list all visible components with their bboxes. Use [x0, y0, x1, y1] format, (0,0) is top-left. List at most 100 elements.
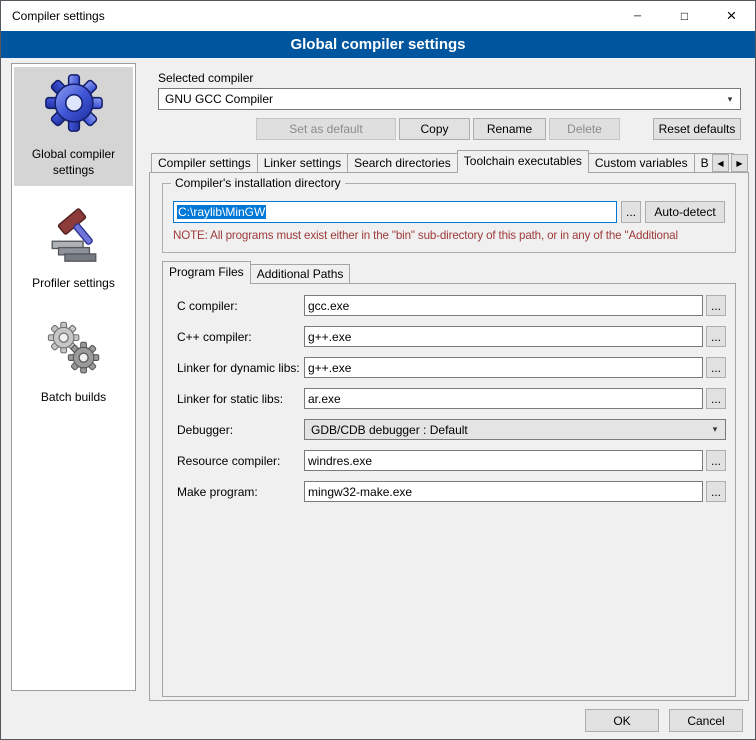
- sidebar-item-label: Global compiler settings: [16, 147, 131, 178]
- resource-compiler-row: Resource compiler: windres.exe ...: [177, 450, 726, 471]
- linker-static-browse-button[interactable]: ...: [706, 388, 726, 409]
- minimize-icon: ─: [634, 11, 641, 22]
- cpp-compiler-row: C++ compiler: g++.exe ...: [177, 326, 726, 347]
- sidebar-item-global-compiler-settings[interactable]: Global compiler settings: [14, 67, 133, 186]
- debugger-control: GDB/CDB debugger : Default ▾: [304, 419, 726, 440]
- sidebar-item-profiler-settings[interactable]: Profiler settings: [14, 200, 133, 300]
- set-as-default-button[interactable]: Set as default: [256, 118, 396, 140]
- c-compiler-control: gcc.exe ...: [304, 295, 726, 316]
- maximize-button[interactable]: □: [661, 1, 708, 31]
- debugger-dropdown[interactable]: GDB/CDB debugger : Default ▾: [304, 419, 726, 440]
- settings-sidebar: Global compiler settings Profiler settin…: [11, 63, 136, 691]
- make-program-value: mingw32-make.exe: [308, 485, 412, 499]
- c-compiler-input[interactable]: gcc.exe: [304, 295, 703, 316]
- ellipsis-icon: ...: [711, 299, 721, 313]
- cpp-compiler-label: C++ compiler:: [177, 330, 304, 344]
- installation-directory-row: C:\raylib\MinGW ... Auto-detect: [173, 201, 725, 223]
- resource-compiler-browse-button[interactable]: ...: [706, 450, 726, 471]
- linker-dynamic-row: Linker for dynamic libs: g++.exe ...: [177, 357, 726, 378]
- linker-dynamic-input[interactable]: g++.exe: [304, 357, 703, 378]
- chevron-down-icon: ▾: [707, 424, 723, 435]
- tab-custom-variables[interactable]: Custom variables: [588, 153, 695, 172]
- close-icon: ×: [727, 6, 737, 26]
- tab-program-files[interactable]: Program Files: [162, 261, 251, 284]
- sidebar-item-label: Batch builds: [41, 390, 106, 406]
- make-program-control: mingw32-make.exe ...: [304, 481, 726, 502]
- profiler-icon: [45, 205, 103, 263]
- auto-detect-button[interactable]: Auto-detect: [645, 201, 725, 223]
- ellipsis-icon: ...: [711, 392, 721, 406]
- selected-compiler-value: GNU GCC Compiler: [165, 92, 722, 106]
- scroll-left-icon: ◀: [717, 159, 723, 168]
- make-program-browse-button[interactable]: ...: [706, 481, 726, 502]
- cpp-compiler-value: g++.exe: [308, 330, 351, 344]
- window-title: Compiler settings: [1, 9, 105, 23]
- tab-scroll-right-button[interactable]: ▶: [731, 154, 748, 172]
- program-files-panel: C compiler: gcc.exe ... C++ compiler: g+…: [162, 283, 736, 697]
- ellipsis-icon: ...: [711, 361, 721, 375]
- linker-static-input[interactable]: ar.exe: [304, 388, 703, 409]
- tab-compiler-settings[interactable]: Compiler settings: [151, 153, 258, 172]
- maximize-icon: □: [681, 9, 688, 23]
- window-controls: ─ □ ×: [614, 1, 755, 31]
- close-button[interactable]: ×: [708, 1, 755, 31]
- linker-static-value: ar.exe: [308, 392, 341, 406]
- scroll-right-icon: ▶: [736, 159, 742, 168]
- sidebar-item-batch-builds[interactable]: Batch builds: [14, 314, 133, 414]
- ellipsis-icon: ...: [711, 485, 721, 499]
- tab-additional-paths[interactable]: Additional Paths: [250, 264, 351, 283]
- minimize-button[interactable]: ─: [614, 1, 661, 31]
- cpp-compiler-browse-button[interactable]: ...: [706, 326, 726, 347]
- resource-compiler-control: windres.exe ...: [304, 450, 726, 471]
- compiler-action-row: Set as default Copy Rename Delete Reset …: [158, 118, 741, 140]
- linker-dynamic-browse-button[interactable]: ...: [706, 357, 726, 378]
- copy-button[interactable]: Copy: [399, 118, 470, 140]
- chevron-down-icon: ▾: [722, 94, 738, 105]
- cpp-compiler-input[interactable]: g++.exe: [304, 326, 703, 347]
- sidebar-item-label: Profiler settings: [32, 276, 115, 292]
- c-compiler-browse-button[interactable]: ...: [706, 295, 726, 316]
- installation-directory-group-title: Compiler's installation directory: [171, 176, 345, 190]
- program-tabstrip: Program Files Additional Paths: [162, 261, 736, 284]
- tab-search-directories[interactable]: Search directories: [347, 153, 458, 172]
- browse-directory-button[interactable]: ...: [621, 201, 641, 223]
- make-program-input[interactable]: mingw32-make.exe: [304, 481, 703, 502]
- tab-scroll-left-button[interactable]: ◀: [712, 154, 729, 172]
- main-content: Selected compiler GNU GCC Compiler ▾ Set…: [149, 63, 749, 701]
- c-compiler-row: C compiler: gcc.exe ...: [177, 295, 726, 316]
- resource-compiler-value: windres.exe: [308, 454, 372, 468]
- ellipsis-icon: ...: [711, 330, 721, 344]
- resource-compiler-input[interactable]: windres.exe: [304, 450, 703, 471]
- ok-button[interactable]: OK: [585, 709, 659, 732]
- make-program-label: Make program:: [177, 485, 304, 499]
- installation-directory-value: C:\raylib\MinGW: [177, 205, 266, 219]
- cancel-button[interactable]: Cancel: [669, 709, 743, 732]
- debugger-row: Debugger: GDB/CDB debugger : Default ▾: [177, 419, 726, 440]
- linker-static-control: ar.exe ...: [304, 388, 726, 409]
- linker-static-row: Linker for static libs: ar.exe ...: [177, 388, 726, 409]
- toolchain-executables-panel: Compiler's installation directory C:\ray…: [149, 172, 749, 701]
- installation-directory-input[interactable]: C:\raylib\MinGW: [173, 201, 617, 223]
- tab-scroll-arrows: ◀ ▶: [709, 154, 748, 172]
- selected-compiler-dropdown[interactable]: GNU GCC Compiler ▾: [158, 88, 741, 110]
- resource-compiler-label: Resource compiler:: [177, 454, 304, 468]
- tab-toolchain-executables[interactable]: Toolchain executables: [457, 150, 589, 173]
- settings-tabstrip: Compiler settings Linker settings Search…: [151, 150, 748, 173]
- compiler-settings-window: Compiler settings ─ □ × Global compiler …: [0, 0, 756, 740]
- bin-subdirectory-note: NOTE: All programs must exist either in …: [173, 229, 725, 244]
- tab-linker-settings[interactable]: Linker settings: [257, 153, 348, 172]
- cpp-compiler-control: g++.exe ...: [304, 326, 726, 347]
- dialog-banner: Global compiler settings: [1, 31, 755, 58]
- reset-defaults-button[interactable]: Reset defaults: [653, 118, 741, 140]
- ellipsis-icon: ...: [711, 454, 721, 468]
- tabs-viewport: Compiler settings Linker settings Search…: [151, 150, 748, 173]
- linker-dynamic-control: g++.exe ...: [304, 357, 726, 378]
- c-compiler-label: C compiler:: [177, 299, 304, 313]
- program-tabs-viewport: Program Files Additional Paths: [162, 261, 736, 284]
- delete-button[interactable]: Delete: [549, 118, 620, 140]
- debugger-label: Debugger:: [177, 423, 304, 437]
- make-program-row: Make program: mingw32-make.exe ...: [177, 481, 726, 502]
- selected-compiler-label: Selected compiler: [158, 71, 749, 85]
- rename-button[interactable]: Rename: [473, 118, 546, 140]
- gear-icon: [43, 72, 105, 134]
